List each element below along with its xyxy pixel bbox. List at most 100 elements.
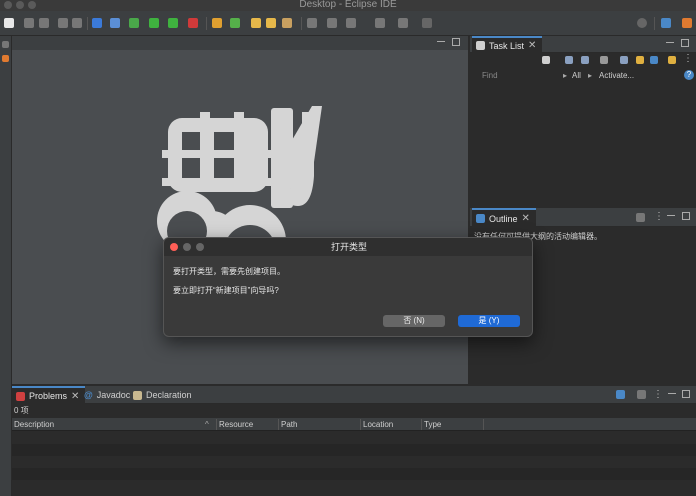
task-find-row: Find ▸ All ▸ Activate... ? (470, 69, 696, 83)
activate-marker: ▸ (588, 71, 593, 80)
dialog-zoom-button (196, 243, 204, 251)
outline-icon (476, 214, 485, 223)
next-annotation-icon[interactable] (307, 18, 317, 28)
tab-problems[interactable]: Problems ✕ (12, 386, 86, 404)
close-icon[interactable]: ✕ (528, 40, 536, 51)
pin-editor-icon[interactable] (422, 18, 432, 28)
column-type[interactable]: Type (424, 420, 441, 429)
tab-declaration[interactable]: Declaration (129, 386, 198, 404)
restore-icon[interactable] (2, 41, 9, 48)
open-type-dialog: 打开类型 要打开类型，需要先创建项目。 要立即打开“新建项目”向导吗? 否 (N… (163, 237, 533, 337)
open-perspective-icon[interactable] (661, 18, 671, 28)
window-title: Desktop - Eclipse IDE (299, 0, 397, 10)
find-input[interactable]: Find (482, 71, 498, 80)
task-list-icon (476, 41, 485, 50)
external-tools-icon[interactable] (188, 18, 198, 28)
column-path[interactable]: Path (281, 420, 297, 429)
maximize-icon[interactable] (682, 390, 690, 398)
sort-chevron-up-icon: ^ (205, 420, 209, 429)
column-description[interactable]: Description (14, 420, 54, 429)
dialog-title-bar: 打开类型 (164, 238, 532, 256)
filter-all-marker: ▸ (563, 71, 568, 80)
tab-task-list[interactable]: Task List ✕ (472, 36, 543, 53)
package-explorer-icon[interactable] (2, 55, 9, 62)
column-resource[interactable]: Resource (219, 420, 253, 429)
tab-javadoc[interactable]: @ Javadoc (80, 386, 136, 404)
minimize-icon[interactable] (668, 393, 676, 394)
close-icon[interactable]: ✕ (522, 213, 530, 224)
new-icon[interactable] (4, 18, 14, 28)
table-row (12, 480, 696, 492)
save-all-icon[interactable] (39, 18, 49, 28)
sync-icon[interactable] (620, 56, 628, 64)
filter-icon[interactable] (616, 390, 625, 399)
tab-declaration-label: Declaration (146, 390, 192, 400)
refresh-icon[interactable] (668, 56, 676, 64)
view-menu-icon[interactable]: ⋮ (654, 211, 664, 222)
dialog-message-line-1: 要打开类型，需要先创建项目。 (173, 267, 285, 276)
skip-breakpoints-icon[interactable] (110, 18, 120, 28)
search-icon[interactable] (282, 18, 292, 28)
yes-button[interactable]: 是 (Y) (458, 315, 520, 327)
problems-panel: Problems ✕ @ Javadoc Declaration ⋮ 0 项 D… (12, 386, 696, 496)
problems-icon (16, 391, 25, 401)
categorized-icon[interactable] (565, 56, 573, 64)
tab-outline[interactable]: Outline ✕ (472, 208, 536, 227)
table-row (12, 468, 696, 480)
open-type-icon[interactable] (251, 18, 261, 28)
main-toolbar (0, 11, 696, 36)
new-task-icon[interactable] (542, 56, 550, 64)
forward-icon[interactable] (398, 18, 408, 28)
console-icon[interactable] (92, 18, 102, 28)
filter-all-link[interactable]: All (572, 71, 581, 80)
toggle-icon[interactable] (637, 390, 646, 399)
task-list-panel: Task List ✕ ⋮ Find ▸ All ▸ Activate... ? (470, 36, 696, 206)
declaration-icon (133, 390, 142, 400)
link-icon[interactable] (650, 56, 658, 64)
task-list-toolbar: ⋮ (470, 53, 696, 67)
scheduled-icon[interactable] (581, 56, 589, 64)
dialog-message-line-2: 要立即打开“新建项目”向导吗? (173, 286, 279, 295)
table-row (12, 432, 696, 444)
undo-icon[interactable] (58, 18, 68, 28)
new-java-project-icon[interactable] (212, 18, 222, 28)
collapse-icon[interactable] (636, 56, 644, 64)
open-task-icon[interactable] (266, 18, 276, 28)
table-row (12, 456, 696, 468)
help-icon[interactable]: ? (684, 70, 694, 80)
table-row (12, 444, 696, 456)
left-trim-bar (0, 36, 12, 496)
no-button[interactable]: 否 (N) (383, 315, 445, 327)
new-java-class-icon[interactable] (230, 18, 240, 28)
prev-annotation-icon[interactable] (327, 18, 337, 28)
debug-icon[interactable] (129, 18, 139, 28)
focus-icon[interactable] (600, 56, 608, 64)
toggle-icon[interactable] (636, 213, 645, 222)
dialog-minimize-button (183, 243, 191, 251)
column-location[interactable]: Location (363, 420, 393, 429)
activate-link[interactable]: Activate... (599, 71, 634, 80)
dialog-title: 打开类型 (330, 242, 367, 252)
last-edit-icon[interactable] (346, 18, 356, 28)
close-icon[interactable]: ✕ (71, 391, 79, 402)
title-bar: Desktop - Eclipse IDE (0, 0, 696, 11)
run-icon[interactable] (149, 18, 159, 28)
minimize-icon[interactable] (666, 42, 674, 43)
javadoc-icon: @ (84, 390, 93, 400)
minimize-icon[interactable] (667, 215, 675, 216)
view-menu-icon[interactable]: ⋮ (683, 53, 693, 64)
view-menu-icon[interactable]: ⋮ (653, 389, 663, 400)
tab-problems-label: Problems (29, 391, 68, 401)
back-icon[interactable] (375, 18, 385, 28)
java-perspective-icon[interactable] (682, 18, 692, 28)
problems-count: 0 项 (14, 406, 29, 415)
dialog-close-button[interactable] (170, 243, 178, 251)
redo-icon[interactable] (72, 18, 82, 28)
save-icon[interactable] (24, 18, 34, 28)
maximize-icon[interactable] (682, 212, 690, 220)
search-field-icon[interactable] (637, 18, 647, 28)
tab-outline-label: Outline (489, 213, 518, 224)
maximize-icon[interactable] (681, 39, 689, 47)
coverage-icon[interactable] (168, 18, 178, 28)
tab-javadoc-label: Javadoc (96, 390, 131, 400)
